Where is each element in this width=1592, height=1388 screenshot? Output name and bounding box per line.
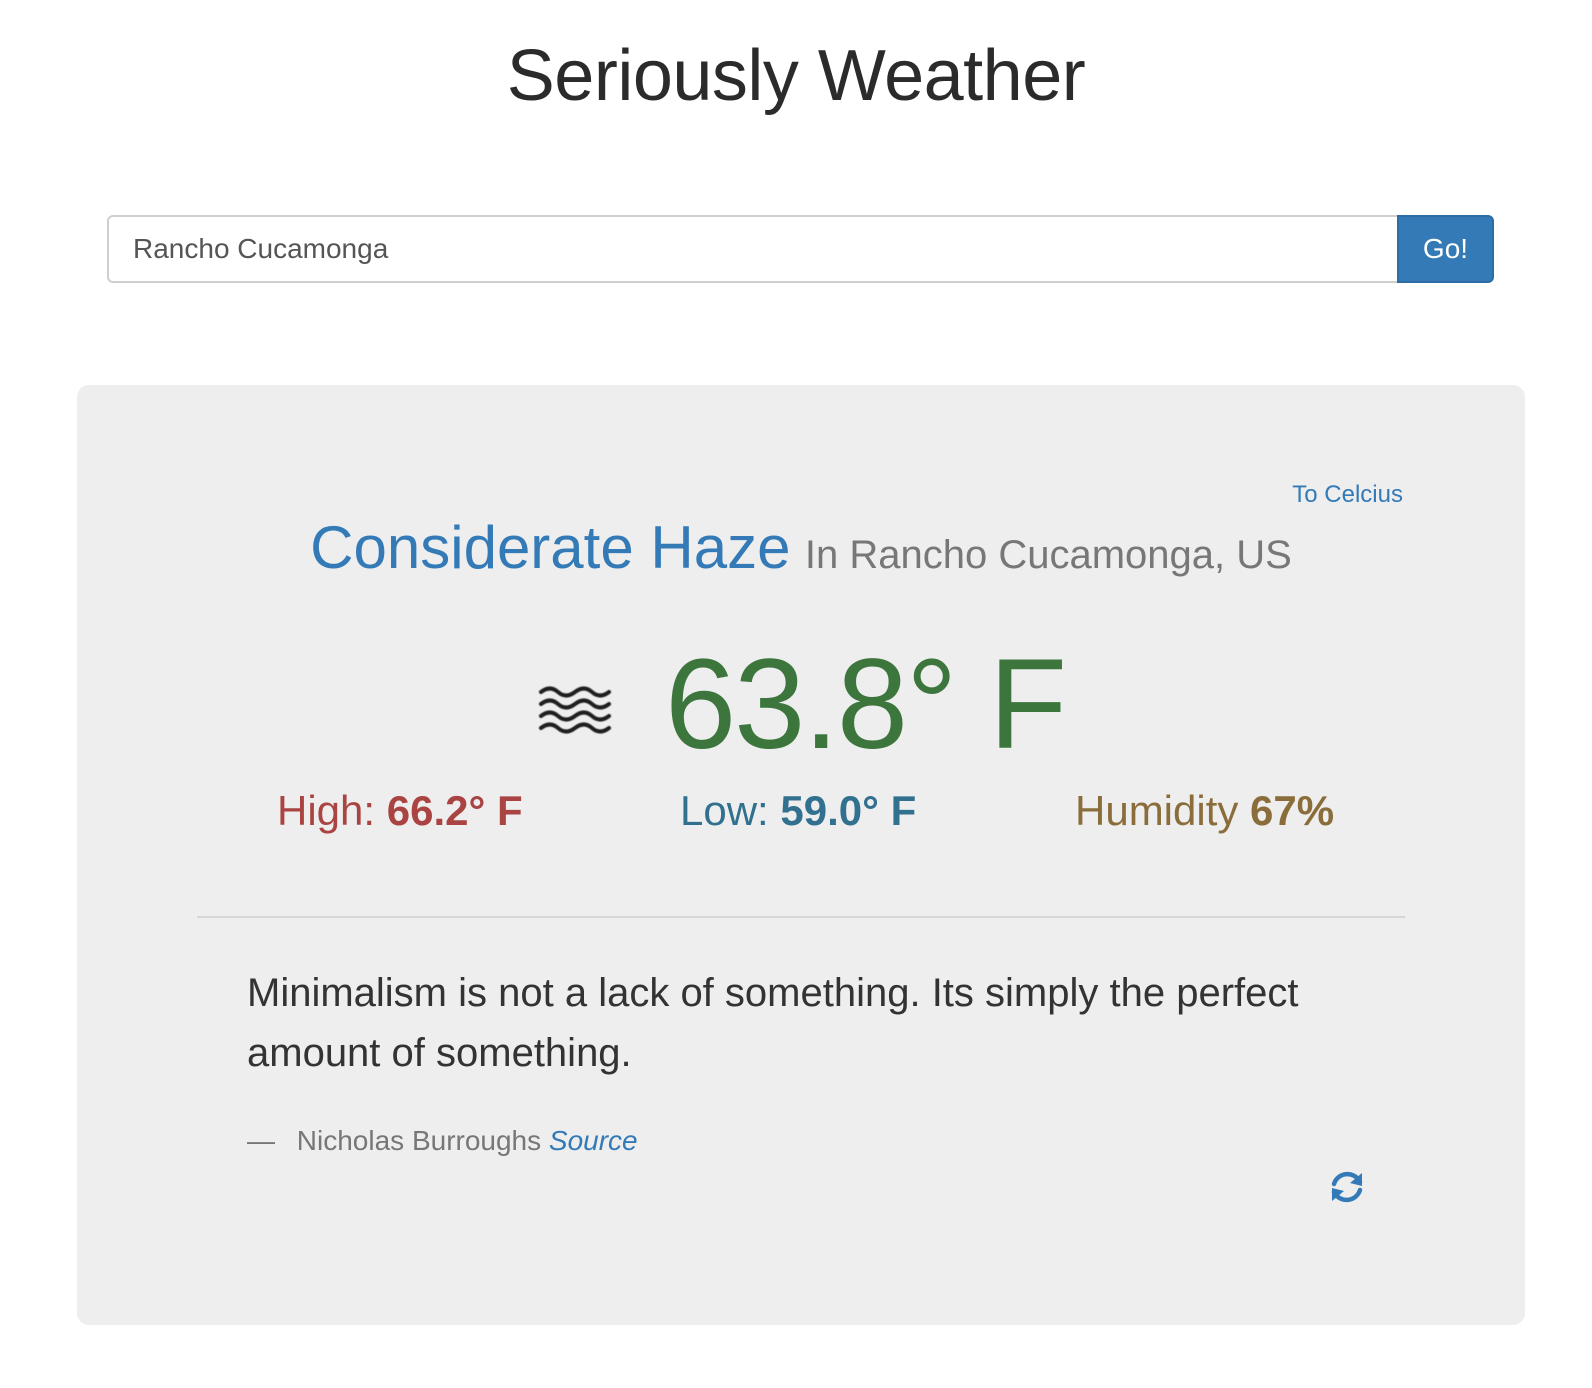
location-label: In Rancho Cucamonga, US (804, 533, 1292, 577)
humidity-label: Humidity (1075, 787, 1239, 834)
site-title: Seriously Weather (506, 36, 1086, 116)
condition-name: Considerate Haze (310, 514, 791, 581)
city-search-input[interactable] (107, 215, 1397, 283)
refresh-icon (1331, 1171, 1363, 1203)
page: Seriously Weather Go! To Celcius Conside… (0, 0, 1592, 1388)
refresh-quote-button[interactable] (1325, 1165, 1369, 1209)
current-temperature: 63.8° F (664, 633, 1067, 776)
to-celsius-link[interactable]: To Celcius (1292, 481, 1403, 509)
quote-source-link[interactable]: Source (549, 1125, 638, 1156)
weather-headline: Considerate Haze In Rancho Cucamonga, US (77, 513, 1525, 582)
current-temperature-row: 63.8° F (77, 635, 1525, 775)
weather-stats: High: 66.2° F Low: 59.0° F Humidity 67% (77, 787, 1525, 847)
quote-text: Minimalism is not a lack of something. I… (247, 971, 1299, 1075)
low-label: Low: (680, 787, 769, 834)
divider (197, 916, 1405, 918)
humidity-value: 67% (1250, 787, 1335, 834)
humidity: Humidity 67% (1075, 787, 1334, 835)
quote-author: Nicholas Burroughs (296, 1125, 542, 1156)
weather-card: To Celcius Considerate Haze In Rancho Cu… (77, 385, 1525, 1325)
high-temperature: High: 66.2° F (277, 787, 523, 835)
high-value: 66.2° F (386, 787, 523, 834)
go-button[interactable]: Go! (1397, 215, 1494, 283)
quote-attribution: — Nicholas Burroughs Source (247, 1125, 638, 1157)
search-form: Go! (107, 215, 1494, 283)
attribution-dash: — (247, 1125, 275, 1156)
low-value: 59.0° F (780, 787, 917, 834)
haze-icon (538, 686, 611, 734)
high-label: High: (277, 787, 376, 834)
low-temperature: Low: 59.0° F (680, 787, 916, 835)
